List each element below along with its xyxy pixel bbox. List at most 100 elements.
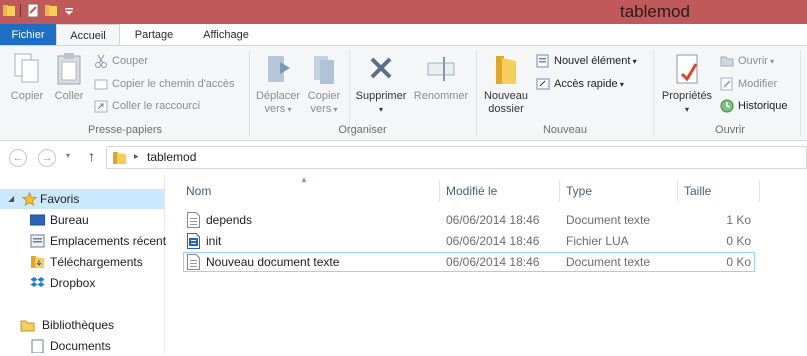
rename-button[interactable]: Renommer: [410, 52, 472, 103]
recent-locations-icon[interactable]: ▾: [66, 151, 70, 160]
delete-icon: [370, 57, 392, 79]
file-row[interactable]: init 06/06/2014 18:46 Fichier LUA 0 Ko: [183, 231, 755, 251]
back-button[interactable]: ←: [9, 149, 27, 167]
expand-arrow-icon[interactable]: ◢: [8, 189, 14, 209]
copy-to-button[interactable]: Copier vers ▾: [302, 52, 346, 116]
tab-accueil[interactable]: Accueil: [56, 24, 120, 47]
forward-arrow-icon: →: [41, 152, 53, 164]
history-label: Historique: [738, 100, 788, 112]
up-arrow-icon[interactable]: ↑: [88, 148, 95, 164]
nav-label-bureau: Bureau: [50, 213, 89, 227]
new-folder-button[interactable]: Nouveau dossier: [480, 52, 532, 116]
breadcrumb-arrow-icon[interactable]: ▸: [134, 151, 139, 162]
rename-label: Renommer: [413, 90, 469, 102]
new-item-label: Nouvel élément: [554, 55, 631, 67]
group-label-organiser: Organiser: [338, 124, 387, 136]
forward-button[interactable]: →: [38, 149, 56, 167]
edit-label: Modifier: [738, 78, 778, 90]
documents-icon: [31, 339, 44, 353]
folder-icon: [113, 152, 126, 164]
chevron-down-icon: ▾: [331, 105, 338, 114]
dropbox-icon: [30, 277, 45, 287]
nav-label-bibliotheques: Bibliothèques: [42, 318, 115, 332]
open-icon: [720, 56, 734, 67]
cut-button[interactable]: Couper: [94, 52, 148, 70]
quick-access-button[interactable]: Accès rapide ▾: [536, 75, 624, 93]
nav-label-telechargements: Téléchargements: [50, 255, 143, 269]
nav-item-emplacements[interactable]: Emplacements récent: [30, 231, 166, 251]
move-to-button[interactable]: Déplacer vers ▾: [252, 52, 304, 116]
rename-icon: [427, 57, 455, 81]
new-item-button[interactable]: Nouvel élément ▾: [536, 52, 637, 70]
delete-label: Supprimer: [355, 90, 407, 102]
copy-icon: [14, 53, 39, 83]
paste-button[interactable]: Coller: [50, 52, 88, 103]
properties-icon: [676, 54, 698, 84]
ribbon-separator: [476, 50, 477, 136]
paste-label: Coller: [54, 90, 84, 102]
ribbon-tabs: Fichier Accueil Partage Affichage: [0, 24, 807, 47]
quick-access-icon: [536, 78, 550, 90]
shortcut-icon: [94, 100, 108, 113]
nav-item-dropbox[interactable]: Dropbox: [30, 273, 95, 293]
delete-button[interactable]: Supprimer ▾: [352, 52, 410, 116]
navigation-pane: ◢ Favoris Bureau Emplacements récent Tél…: [0, 175, 166, 356]
chevron-down-icon: ▾: [378, 105, 383, 114]
open-button[interactable]: Ouvrir ▾: [720, 52, 774, 70]
file-modified: 06/06/2014 18:46: [446, 213, 540, 227]
nav-item-bibliotheques[interactable]: Bibliothèques: [20, 315, 114, 335]
back-arrow-icon: ←: [12, 152, 24, 164]
copy-path-button[interactable]: Copier le chemin d'accès: [94, 75, 235, 93]
tab-affichage[interactable]: Affichage: [190, 24, 262, 46]
column-header-modified[interactable]: Modifié le: [442, 180, 560, 202]
file-name: depends: [206, 213, 253, 227]
file-size: 0 Ko: [726, 255, 751, 269]
properties-button[interactable]: Propriétés ▾: [656, 52, 718, 116]
history-icon: [720, 99, 734, 113]
ribbon: Copier Coller Couper Copier le chemin d'…: [0, 45, 807, 141]
copy-button[interactable]: Copier: [6, 52, 48, 103]
nav-item-telechargements[interactable]: Téléchargements: [30, 252, 143, 272]
paste-shortcut-button[interactable]: Coller le raccourci: [94, 97, 200, 115]
column-header-size[interactable]: Taille: [680, 180, 760, 202]
ribbon-separator: [800, 50, 801, 136]
chevron-down-icon: ▾: [617, 80, 624, 89]
history-button[interactable]: Historique: [720, 97, 788, 115]
open-label: Ouvrir: [738, 55, 768, 67]
desktop-icon: [30, 214, 45, 226]
separator-icon: [20, 3, 22, 18]
nav-item-documents[interactable]: Documents: [30, 336, 111, 356]
window-title: tablemod: [620, 2, 690, 21]
tab-fichier[interactable]: Fichier: [0, 24, 56, 46]
column-header-type[interactable]: Type: [562, 180, 678, 202]
copy-to-label-2: vers: [310, 103, 332, 115]
text-file-icon: [187, 254, 200, 270]
new-folder-icon[interactable]: [44, 3, 58, 18]
nav-label-dropbox: Dropbox: [50, 276, 96, 290]
star-icon: [22, 192, 37, 206]
new-folder-icon: [496, 56, 516, 84]
nav-item-bureau[interactable]: Bureau: [30, 210, 89, 230]
copy-to-label-1: Copier: [307, 90, 341, 102]
edit-button[interactable]: Modifier: [720, 75, 777, 93]
content-area: ◢ Favoris Bureau Emplacements récent Tél…: [0, 175, 807, 353]
nav-item-favoris[interactable]: ◢ Favoris: [0, 189, 164, 209]
move-to-label-1: Déplacer: [255, 90, 301, 102]
tab-partage[interactable]: Partage: [122, 24, 186, 46]
file-size: 1 Ko: [726, 213, 751, 227]
file-type: Document texte: [566, 255, 651, 269]
folder-icon[interactable]: [2, 3, 16, 18]
navigation-bar: ← → ▾ ↑ ▸ tablemod: [0, 141, 807, 175]
nav-label-emplacements: Emplacements récent: [50, 234, 167, 248]
breadcrumb-item[interactable]: tablemod: [147, 150, 196, 164]
group-label-ouvrir: Ouvrir: [715, 124, 745, 136]
column-header-name[interactable]: Nom: [182, 180, 440, 202]
new-item-icon: [536, 54, 549, 68]
qat-dropdown-icon[interactable]: [62, 3, 76, 18]
address-box[interactable]: ▸ tablemod: [106, 146, 807, 169]
properties-icon[interactable]: [26, 3, 40, 18]
file-type: Fichier LUA: [566, 234, 629, 248]
scissors-icon: [95, 54, 107, 68]
file-row-selected[interactable]: Nouveau document texte 06/06/2014 18:46 …: [183, 252, 755, 272]
file-row[interactable]: depends 06/06/2014 18:46 Document texte …: [183, 210, 755, 230]
